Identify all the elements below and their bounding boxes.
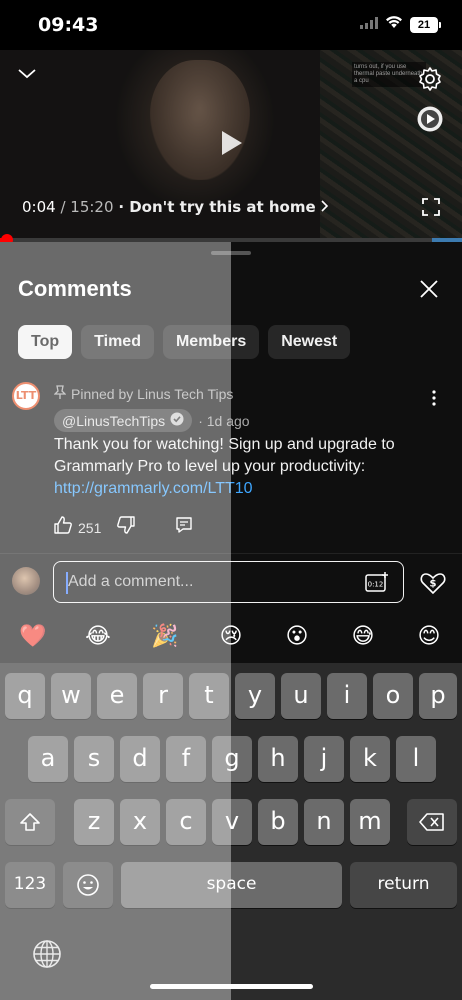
emoji-face-icon (76, 870, 100, 898)
duration: / 15:20 (60, 198, 114, 216)
numbers-key[interactable]: 123 (5, 862, 55, 908)
key-v[interactable]: v (212, 799, 252, 845)
keyboard: q w e r t y u i o p a s d f g h j k l z … (0, 663, 462, 1000)
comment-message: Thank you for watching! Sign up and upgr… (54, 436, 395, 475)
wifi-icon (385, 15, 403, 34)
svg-text:$: $ (430, 579, 437, 590)
settings-gear-icon[interactable] (417, 66, 443, 97)
emoji-quick-bar: ❤️ 😂 🎉 😢 😮 😅 😊 (0, 611, 462, 663)
status-icons: 21 (360, 15, 441, 34)
key-b[interactable]: b (258, 799, 298, 845)
chip-timed[interactable]: Timed (81, 325, 154, 359)
thumbs-up-icon[interactable] (54, 516, 72, 539)
pinned-label: Pinned by Linus Tech Tips (71, 385, 234, 402)
comment-sort-chips: Top Timed Members Newest (18, 325, 351, 359)
backspace-key[interactable] (407, 799, 457, 845)
battery-icon: 21 (410, 16, 441, 33)
emoji-laughing[interactable]: 😂 (84, 623, 112, 651)
key-g[interactable]: g (212, 736, 252, 782)
key-k[interactable]: k (350, 736, 390, 782)
chip-newest[interactable]: Newest (268, 325, 351, 359)
key-a[interactable]: a (28, 736, 68, 782)
comment-actions: 251 (54, 516, 193, 539)
key-l[interactable]: l (396, 736, 436, 782)
home-indicator[interactable] (150, 984, 313, 989)
status-time: 09:43 (38, 14, 99, 36)
emoji-surprised[interactable]: 😮 (283, 623, 311, 651)
key-u[interactable]: u (281, 673, 321, 719)
chip-top[interactable]: Top (18, 325, 73, 359)
key-s[interactable]: s (74, 736, 114, 782)
key-i[interactable]: i (327, 673, 367, 719)
author-badge[interactable]: @LinusTechTips (54, 409, 193, 432)
key-f[interactable]: f (166, 736, 206, 782)
close-icon[interactable] (418, 278, 440, 305)
key-e[interactable]: e (97, 673, 137, 719)
key-r[interactable]: r (143, 673, 183, 719)
author-name: @LinusTechTips (62, 412, 166, 429)
shift-arrow-icon (19, 807, 41, 835)
space-key[interactable]: space (121, 862, 342, 908)
status-bar: 09:43 21 (0, 0, 462, 50)
key-t[interactable]: t (189, 673, 229, 719)
svg-text:0:12: 0:12 (368, 581, 384, 589)
globe-icon[interactable] (32, 939, 62, 974)
key-c[interactable]: c (166, 799, 206, 845)
emoji-crying[interactable]: 😢 (217, 623, 245, 651)
current-time: 0:04 (22, 198, 56, 216)
play-button-icon[interactable] (221, 130, 243, 161)
comments-title: Comments (18, 276, 132, 301)
super-thanks-icon[interactable]: $ (420, 571, 446, 600)
chevron-right-icon (320, 198, 329, 216)
thumbs-down-icon[interactable] (117, 516, 136, 539)
backspace-icon (419, 807, 445, 835)
autoplay-toggle-icon[interactable] (416, 105, 444, 138)
emoji-smile[interactable]: 😊 (415, 623, 443, 651)
key-m[interactable]: m (350, 799, 390, 845)
key-j[interactable]: j (304, 736, 344, 782)
key-o[interactable]: o (373, 673, 413, 719)
user-avatar (12, 567, 40, 595)
comment-text: Thank you for watching! Sign up and upgr… (54, 434, 434, 500)
video-player[interactable]: turns out, if you use thermal paste unde… (0, 50, 462, 240)
key-n[interactable]: n (304, 799, 344, 845)
author-row: @LinusTechTips · 1d ago (54, 409, 250, 432)
pin-icon (53, 385, 67, 402)
emoji-sweat-smile[interactable]: 😅 (349, 623, 377, 651)
video-time-chapter[interactable]: 0:04 / 15:20 · Don't try this at home (22, 198, 329, 216)
comment-link[interactable]: http://grammarly.com/LTT10 (54, 480, 253, 497)
key-p[interactable]: p (419, 673, 457, 719)
channel-avatar[interactable]: LTT (12, 382, 40, 410)
key-d[interactable]: d (120, 736, 160, 782)
emoji-heart[interactable]: ❤️ (19, 623, 47, 651)
shift-key[interactable] (5, 799, 55, 845)
comment-composer: Add a comment... 0:12 $ (0, 553, 462, 611)
fullscreen-icon[interactable] (422, 198, 440, 221)
like-count: 251 (78, 519, 102, 536)
pinned-row: Pinned by Linus Tech Tips (53, 385, 234, 402)
key-z[interactable]: z (74, 799, 114, 845)
add-timestamp-icon[interactable]: 0:12 (365, 571, 389, 598)
emoji-party[interactable]: 🎉 (151, 623, 179, 651)
chapter-title: · Don't try this at home (118, 198, 316, 216)
comment-placeholder: Add a comment... (68, 573, 194, 590)
comments-sheet: Comments Top Timed Members Newest LTT Pi… (0, 242, 462, 553)
key-h[interactable]: h (258, 736, 298, 782)
key-y[interactable]: y (235, 673, 275, 719)
emoji-key[interactable] (63, 862, 113, 908)
verified-check-icon (170, 412, 184, 429)
reply-icon[interactable] (175, 516, 193, 539)
key-x[interactable]: x (120, 799, 160, 845)
more-options-icon[interactable] (432, 390, 436, 411)
comment-age: · 1d ago (198, 412, 250, 429)
signal-icon (360, 16, 378, 34)
minimize-chevron-down-icon[interactable] (16, 66, 38, 85)
chip-members[interactable]: Members (162, 325, 260, 359)
key-q[interactable]: q (5, 673, 45, 719)
comment-input[interactable]: Add a comment... 0:12 (53, 561, 404, 603)
return-key[interactable]: return (350, 862, 457, 908)
sheet-drag-handle[interactable] (211, 251, 251, 255)
key-w[interactable]: w (51, 673, 91, 719)
